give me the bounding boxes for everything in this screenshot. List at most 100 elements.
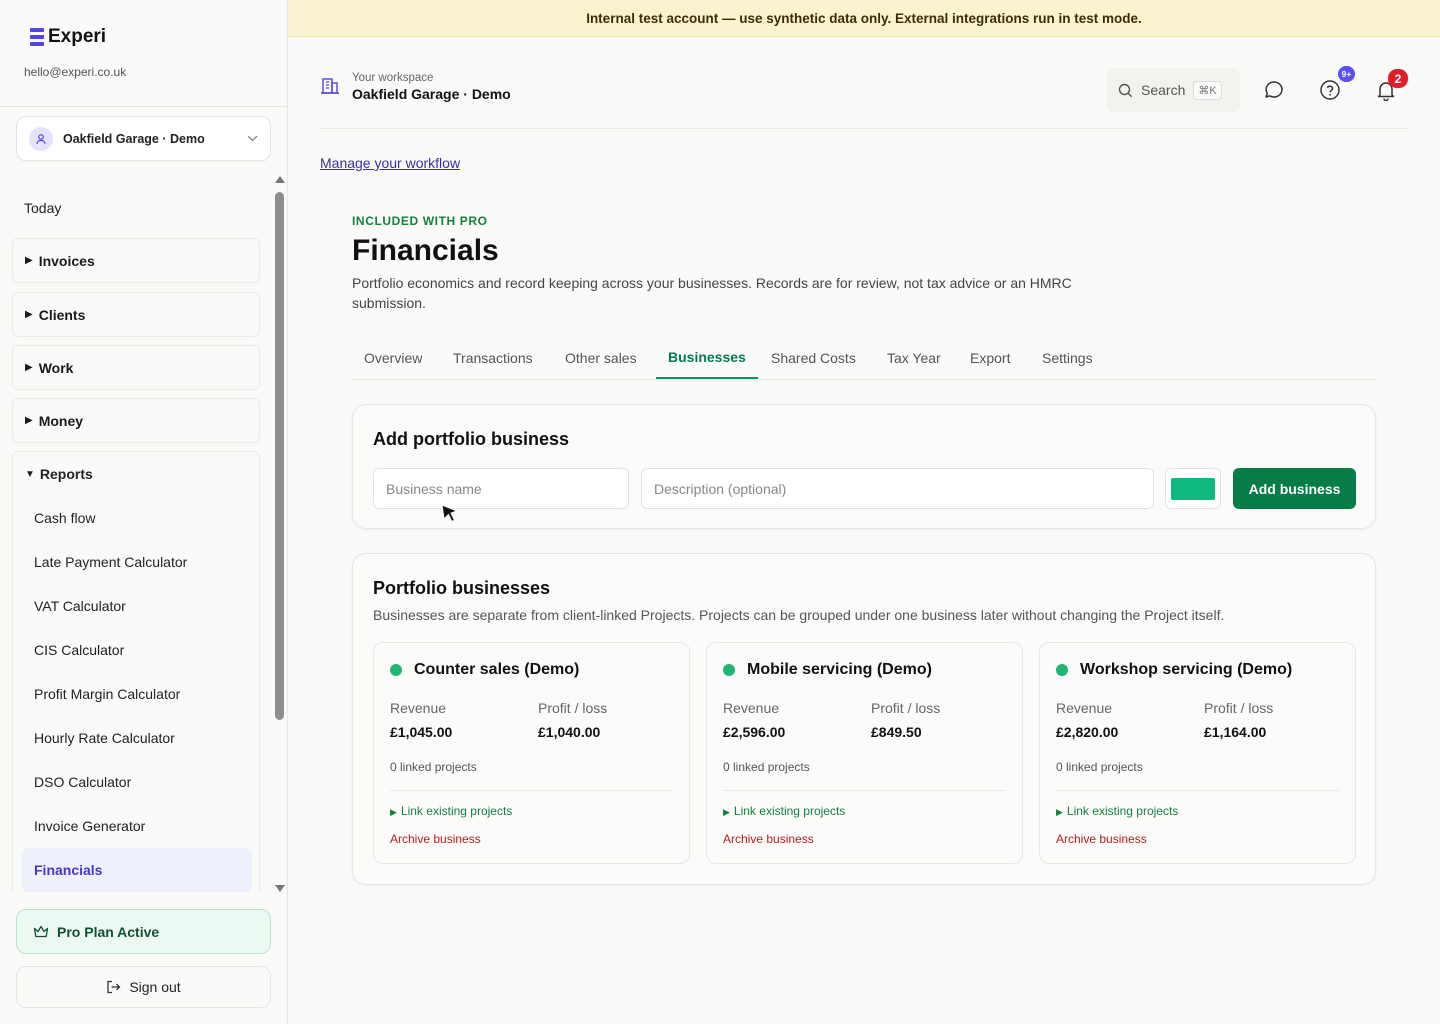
nav-item-cash-flow[interactable]: Cash flow (22, 496, 252, 540)
business-name: Counter sales (Demo) (414, 661, 580, 678)
experi-logo-icon (30, 28, 44, 46)
sidebar-divider (0, 106, 287, 107)
sign-out-icon (107, 980, 121, 994)
search-shortcut: ⌘K (1193, 80, 1222, 100)
revenue-value: £2,820.00 (1056, 724, 1119, 740)
account-email: hello@experi.co.uk (24, 65, 127, 79)
profit-value: £1,040.00 (538, 724, 601, 740)
nav-group-label: Invoices (38, 252, 95, 269)
brand-logo[interactable]: Experi (30, 26, 106, 48)
add-business-button[interactable]: Add business (1233, 468, 1356, 509)
nav-group-reports: ▼ Reports Cash flow Late Payment Calcula… (12, 451, 260, 892)
chat-icon[interactable] (1262, 78, 1286, 102)
profit-value: £1,164.00 (1204, 724, 1267, 740)
business-divider (723, 790, 1006, 791)
financials-tabs: Overview Transactions Other sales Busine… (352, 336, 1376, 380)
nav-group-work[interactable]: ▶ Work (12, 345, 260, 390)
sidebar-scrollbar[interactable] (274, 176, 286, 892)
sign-out-label: Sign out (129, 979, 181, 995)
nav-item-cis-calculator[interactable]: CIS Calculator (22, 628, 252, 672)
page-title: Financials (352, 234, 499, 267)
sidebar-nav: Today ▶ Invoices ▶ Clients ▶ Work ▶ Mone… (0, 180, 272, 892)
search-button[interactable]: Search ⌘K (1106, 68, 1240, 112)
brand-name: Experi (48, 26, 107, 47)
link-existing-projects-toggle[interactable]: ▶ Link existing projects (723, 804, 845, 818)
color-swatch (1171, 477, 1215, 500)
tab-tax-year[interactable]: Tax Year (875, 336, 953, 379)
nav-item-financials[interactable]: Financials (22, 848, 252, 892)
archive-business-button[interactable]: Archive business (390, 832, 481, 846)
business-card: Mobile servicing (Demo) Revenue Profit /… (706, 642, 1023, 864)
page-description: Portfolio economics and record keeping a… (352, 275, 1072, 311)
link-existing-label: Link existing projects (733, 804, 846, 818)
business-description-input[interactable]: Description (optional) (641, 468, 1154, 509)
nav-group-reports-toggle[interactable]: ▼ Reports (25, 466, 93, 482)
tab-export[interactable]: Export (958, 336, 1022, 379)
tab-other-sales[interactable]: Other sales (553, 336, 649, 379)
nav-group-label: Clients (38, 306, 86, 323)
business-color-picker[interactable] (1165, 468, 1221, 509)
revenue-label: Revenue (390, 700, 447, 716)
scrollbar-thumb[interactable] (275, 192, 284, 720)
pro-plan-badge[interactable]: Pro Plan Active (16, 909, 271, 954)
nav-group-label: Work (38, 359, 74, 376)
business-name: Mobile servicing (Demo) (747, 661, 932, 678)
business-divider (1056, 790, 1339, 791)
link-existing-label: Link existing projects (1066, 804, 1179, 818)
manage-workflow-link[interactable]: Manage your workflow (320, 155, 460, 171)
nav-group-label: Reports (39, 466, 93, 482)
nav-today[interactable]: Today (24, 200, 61, 216)
profit-label: Profit / loss (871, 700, 941, 716)
tab-businesses[interactable]: Businesses (656, 336, 758, 379)
link-existing-projects-toggle[interactable]: ▶ Link existing projects (1056, 804, 1178, 818)
business-card: Counter sales (Demo) Revenue Profit / lo… (373, 642, 690, 864)
link-existing-label: Link existing projects (400, 804, 513, 818)
nav-group-clients[interactable]: ▶ Clients (12, 292, 260, 337)
tab-shared-costs[interactable]: Shared Costs (759, 336, 868, 379)
nav-item-invoice-generator[interactable]: Invoice Generator (22, 804, 252, 848)
nav-group-money[interactable]: ▶ Money (12, 398, 260, 443)
nav-item-profit-margin-calculator[interactable]: Profit Margin Calculator (22, 672, 252, 716)
plan-eyebrow: INCLUDED WITH PRO (352, 214, 488, 228)
nav-group-invoices[interactable]: ▶ Invoices (12, 238, 260, 283)
header-divider (320, 128, 1408, 129)
chevron-down-icon (247, 133, 258, 145)
business-name: Workshop servicing (Demo) (1080, 661, 1293, 678)
notifications-badge: 2 (1388, 69, 1408, 88)
tab-transactions[interactable]: Transactions (441, 336, 545, 379)
tab-settings[interactable]: Settings (1030, 336, 1105, 379)
building-icon (320, 75, 340, 100)
workspace-switcher[interactable]: Oakfield Garage · Demo (16, 116, 271, 161)
profit-label: Profit / loss (1204, 700, 1274, 716)
portfolio-subtitle: Businesses are separate from client-link… (373, 607, 1225, 623)
business-name-input[interactable]: Business name (373, 468, 629, 509)
nav-item-dso-calculator[interactable]: DSO Calculator (22, 760, 252, 804)
archive-business-button[interactable]: Archive business (1056, 832, 1147, 846)
help-icon[interactable] (1318, 78, 1342, 102)
nav-item-late-payment-calculator[interactable]: Late Payment Calculator (22, 540, 252, 584)
caret-right-icon: ▶ (25, 415, 33, 426)
crown-icon (33, 925, 49, 937)
nav-item-vat-calculator[interactable]: VAT Calculator (22, 584, 252, 628)
scroll-up-arrow-icon[interactable] (275, 176, 285, 183)
revenue-label: Revenue (723, 700, 780, 716)
business-card: Workshop servicing (Demo) Revenue Profit… (1039, 642, 1356, 864)
caret-right-icon: ▶ (25, 362, 33, 373)
caret-down-icon: ▼ (25, 468, 35, 480)
nav-item-hourly-rate-calculator[interactable]: Hourly Rate Calculator (22, 716, 252, 760)
linked-projects-count: 0 linked projects (1056, 760, 1143, 774)
profit-value: £849.50 (871, 724, 922, 740)
scroll-down-arrow-icon[interactable] (275, 885, 285, 892)
sign-out-button[interactable]: Sign out (16, 966, 271, 1008)
link-existing-projects-toggle[interactable]: ▶ Link existing projects (390, 804, 512, 818)
user-icon (29, 126, 53, 151)
caret-right-icon: ▶ (1056, 807, 1063, 817)
profit-label: Profit / loss (538, 700, 608, 716)
tab-overview[interactable]: Overview (352, 336, 434, 379)
portfolio-title: Portfolio businesses (373, 578, 551, 598)
revenue-label: Revenue (1056, 700, 1113, 716)
add-business-title: Add portfolio business (373, 429, 569, 449)
caret-right-icon: ▶ (25, 309, 33, 320)
archive-business-button[interactable]: Archive business (723, 832, 814, 846)
workspace-label: Your workspace (352, 72, 434, 84)
